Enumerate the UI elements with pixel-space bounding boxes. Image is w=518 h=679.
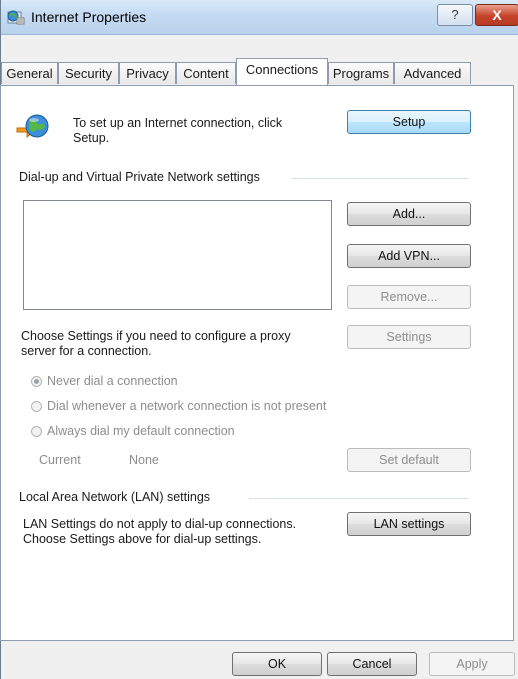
help-button[interactable]: ? bbox=[437, 4, 473, 26]
setup-button[interactable]: Setup bbox=[347, 110, 471, 134]
lan-text-line2: Choose Settings above for dial-up settin… bbox=[23, 532, 262, 546]
lan-description: LAN Settings do not apply to dial-up con… bbox=[23, 517, 296, 547]
tab-privacy[interactable]: Privacy bbox=[119, 62, 176, 84]
ok-button[interactable]: OK bbox=[232, 652, 322, 676]
close-button[interactable]: X bbox=[475, 4, 518, 26]
title-bar[interactable]: Internet Properties ? X bbox=[1, 0, 518, 35]
add-vpn-button[interactable]: Add VPN... bbox=[347, 244, 471, 268]
window-title: Internet Properties bbox=[31, 9, 147, 25]
connections-panel: To set up an Internet connection, click … bbox=[0, 85, 514, 641]
lan-group-divider bbox=[249, 498, 469, 499]
setup-text-line2: Setup. bbox=[73, 131, 110, 145]
settings-button[interactable]: Settings bbox=[347, 325, 471, 349]
radio-dial-whenever[interactable]: Dial whenever a network connection is no… bbox=[31, 399, 326, 413]
connections-listbox[interactable] bbox=[23, 200, 332, 310]
apply-button[interactable]: Apply bbox=[429, 652, 515, 676]
internet-properties-window: Internet Properties ? X General Security… bbox=[0, 0, 518, 679]
globe-network-icon bbox=[15, 112, 49, 142]
radio-always-dial-label: Always dial my default connection bbox=[47, 424, 235, 438]
radio-never-dial[interactable]: Never dial a connection bbox=[31, 374, 178, 388]
tab-content[interactable]: Content bbox=[176, 62, 236, 84]
radio-dial-whenever-circle[interactable] bbox=[31, 401, 42, 412]
tab-programs[interactable]: Programs bbox=[328, 62, 394, 84]
radio-dial-whenever-label: Dial whenever a network connection is no… bbox=[47, 399, 327, 413]
lan-settings-button[interactable]: LAN settings bbox=[347, 512, 471, 536]
cancel-button[interactable]: Cancel bbox=[327, 652, 417, 676]
lan-group-heading: Local Area Network (LAN) settings bbox=[19, 490, 211, 504]
setup-text-line1: To set up an Internet connection, click bbox=[73, 116, 283, 130]
dialup-group-heading: Dial-up and Virtual Private Network sett… bbox=[19, 170, 260, 184]
proxy-description: Choose Settings if you need to configure… bbox=[21, 329, 291, 359]
remove-button[interactable]: Remove... bbox=[347, 285, 471, 309]
radio-always-dial-circle[interactable] bbox=[31, 426, 42, 437]
proxy-text-line1: Choose Settings if you need to configure… bbox=[21, 329, 291, 343]
lan-text-line1: LAN Settings do not apply to dial-up con… bbox=[23, 517, 297, 531]
internet-properties-icon bbox=[7, 9, 25, 25]
radio-always-dial[interactable]: Always dial my default connection bbox=[31, 424, 235, 438]
add-button[interactable]: Add... bbox=[347, 202, 471, 226]
dialup-group-divider bbox=[291, 178, 469, 179]
set-default-button[interactable]: Set default bbox=[347, 448, 471, 472]
tab-security[interactable]: Security bbox=[58, 62, 119, 84]
tab-connections[interactable]: Connections bbox=[236, 58, 328, 85]
radio-never-dial-circle[interactable] bbox=[31, 376, 42, 387]
current-value: None bbox=[129, 453, 159, 467]
tab-general[interactable]: General bbox=[1, 62, 58, 84]
setup-description: To set up an Internet connection, click … bbox=[73, 116, 282, 146]
radio-never-dial-label: Never dial a connection bbox=[47, 374, 178, 388]
tab-advanced[interactable]: Advanced bbox=[394, 62, 471, 84]
proxy-text-line2: server for a connection. bbox=[21, 344, 152, 358]
current-label: Current bbox=[39, 453, 81, 467]
